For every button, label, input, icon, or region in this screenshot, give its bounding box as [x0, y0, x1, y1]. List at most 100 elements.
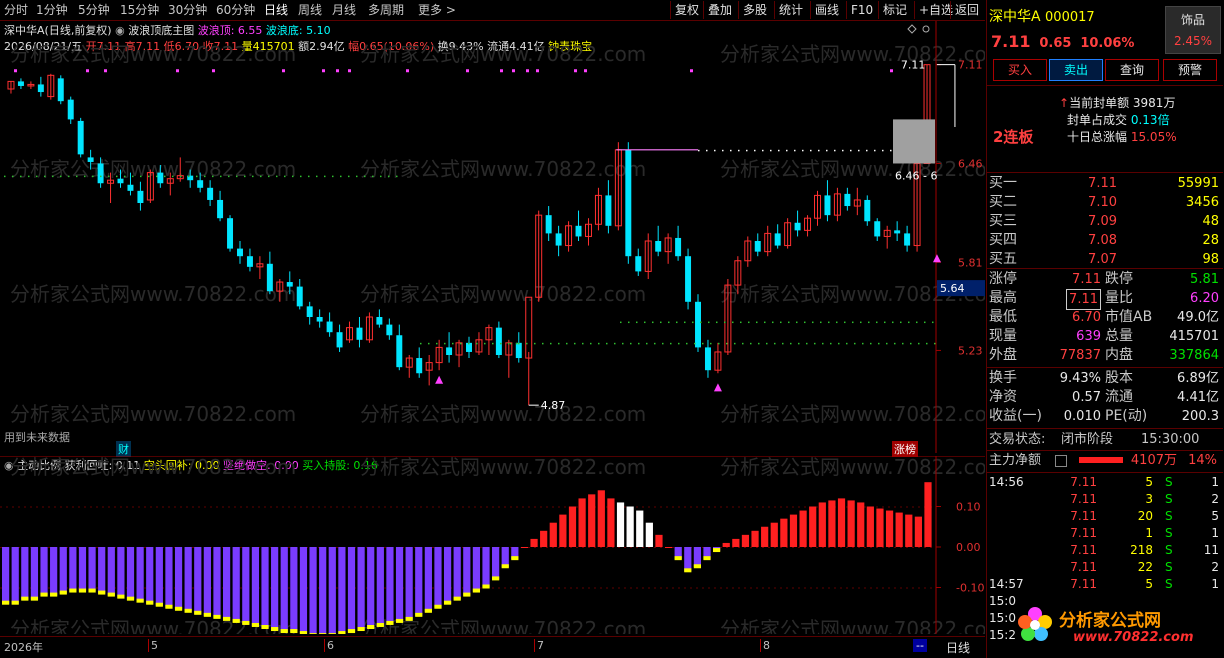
candle-body-down [286, 282, 293, 287]
grid-dot [438, 506, 440, 508]
candle-body-down [864, 199, 871, 222]
period-tab-30min[interactable]: 30分钟 [168, 2, 207, 18]
ratio-bar-edge [107, 592, 115, 597]
ratio-bar-edge [69, 588, 77, 593]
grid-dot [822, 547, 824, 548]
active-ratio-chart[interactable]: 分析家公式网www.70822.com 分析家公式网www.70822.com 分析… [0, 456, 985, 634]
bid-row[interactable]: 买五 7.07 98 [987, 250, 1223, 269]
top-marker-dot [336, 69, 339, 73]
grid-dot [492, 506, 494, 508]
grid-dot [24, 506, 26, 508]
overlay-button[interactable]: 叠加 [703, 1, 736, 19]
period-tab-5min[interactable]: 5分钟 [78, 2, 110, 18]
period-tab-60min[interactable]: 60分钟 [216, 2, 255, 18]
support-dot [628, 321, 630, 324]
grid-dot [858, 587, 860, 589]
grid-dot [678, 587, 680, 589]
query-button[interactable]: 查询 [1105, 59, 1159, 81]
limit-up-badge[interactable]: 涨榜 [892, 441, 918, 457]
grid-dot [552, 506, 554, 508]
support-dot [860, 321, 862, 324]
support-dot [124, 175, 126, 178]
support-dot [910, 342, 912, 345]
bid-row[interactable]: 买四 7.08 28 [987, 231, 1223, 250]
period-tab-fenshi[interactable]: 分时 [4, 2, 28, 18]
grid-dot [90, 506, 92, 508]
period-tab-daily[interactable]: 日线 [264, 2, 288, 18]
ratio-bar-edge [453, 596, 461, 601]
period-tab-1min[interactable]: 1分钟 [36, 2, 68, 18]
ratio-bar-edge [261, 625, 269, 629]
grid-dot [432, 587, 434, 589]
period-tab-monthly[interactable]: 月线 [332, 2, 356, 18]
grid-dot [888, 587, 890, 589]
top-marker-dot [322, 69, 325, 73]
support-dot [636, 321, 638, 324]
grid-dot [36, 506, 38, 508]
grid-dot [612, 547, 614, 548]
grid-dot [870, 587, 872, 589]
grid-dot [372, 506, 374, 508]
ten-day-change: 15.05% [1130, 130, 1177, 144]
ratio-bar-negative [492, 547, 500, 580]
f10-button[interactable]: F10 [846, 1, 877, 19]
draw-line-button[interactable]: 画线 [810, 1, 843, 19]
alert-button[interactable]: 预警 [1163, 59, 1217, 81]
price-change: 0.65 [1039, 36, 1072, 51]
grid-dot [774, 547, 776, 548]
ratio-bar-edge [684, 568, 692, 573]
mark-button[interactable]: 标记 [878, 1, 911, 19]
multi-stock-button[interactable]: 多股 [738, 1, 771, 19]
period-indicator[interactable]: 日线 [946, 639, 970, 656]
tick-side: S [1165, 577, 1173, 591]
period-tab-15min[interactable]: 15分钟 [120, 2, 159, 18]
grid-dot [930, 547, 932, 548]
sector-box[interactable]: 饰品 2.45% [1165, 6, 1221, 54]
grid-dot [192, 547, 194, 548]
ratio-bar-positive [761, 526, 769, 547]
grid-dot [690, 506, 692, 508]
back-button[interactable]: 返回 [950, 1, 983, 19]
axis-scroll-button[interactable]: -- [913, 639, 927, 652]
ratio-bar-positive [876, 508, 884, 547]
buy-button[interactable]: 买入 [993, 59, 1047, 81]
period-tab-weekly[interactable]: 周线 [298, 2, 322, 18]
value-tick-label: 0.00 [956, 541, 981, 554]
statistics-button[interactable]: 统计 [774, 1, 807, 19]
grid-dot [756, 587, 758, 589]
candlestick-chart[interactable]: 分析家公式网www.70822.com 分析家公式网www.70822.com 分析… [0, 21, 985, 453]
ratio-bar-positive [809, 506, 817, 547]
ratio-bar-edge [126, 596, 135, 601]
grid-icon[interactable] [1055, 455, 1067, 467]
support-dot [132, 175, 134, 178]
period-tab-multi[interactable]: 多周期 [368, 2, 404, 18]
finance-badge[interactable]: 财 [116, 441, 131, 457]
support-dot [228, 175, 230, 178]
support-dot [812, 321, 814, 324]
ratio-bar-negative [347, 547, 356, 633]
fuquan-button[interactable]: 复权 [670, 1, 703, 19]
candle-body-down [655, 241, 662, 252]
ratio-bar-edge [98, 590, 106, 595]
support-dot [794, 149, 796, 152]
tick-side: S [1165, 543, 1173, 557]
bid-row[interactable]: 买三 7.09 48 [987, 212, 1223, 231]
tick-count: 1 [1211, 526, 1219, 540]
ratio-bar-negative [453, 547, 461, 600]
bid-row[interactable]: 买二 7.10 3456 [987, 193, 1223, 212]
sell-button[interactable]: 卖出 [1049, 59, 1103, 81]
period-tab-more[interactable]: 更多 > [418, 2, 456, 18]
main-net-label: 主力净额 [989, 453, 1042, 468]
bid-row[interactable]: 买一 7.11 55991 [987, 174, 1223, 193]
grid-dot [738, 587, 740, 589]
trade-time: 15:30:00 [1141, 432, 1200, 447]
tick-row: 7.11 1 S 1 [987, 525, 1223, 542]
candle-body-down [515, 342, 522, 359]
grid-dot [402, 506, 404, 508]
grid-dot [750, 547, 752, 548]
watermark-text: 分析家公式网www.70822.com [720, 402, 985, 426]
grid-dot [768, 547, 770, 548]
support-dot [834, 149, 836, 152]
stat-row: 涨停 7.11 跌停 5.81 [987, 270, 1223, 289]
support-dot [780, 321, 782, 324]
